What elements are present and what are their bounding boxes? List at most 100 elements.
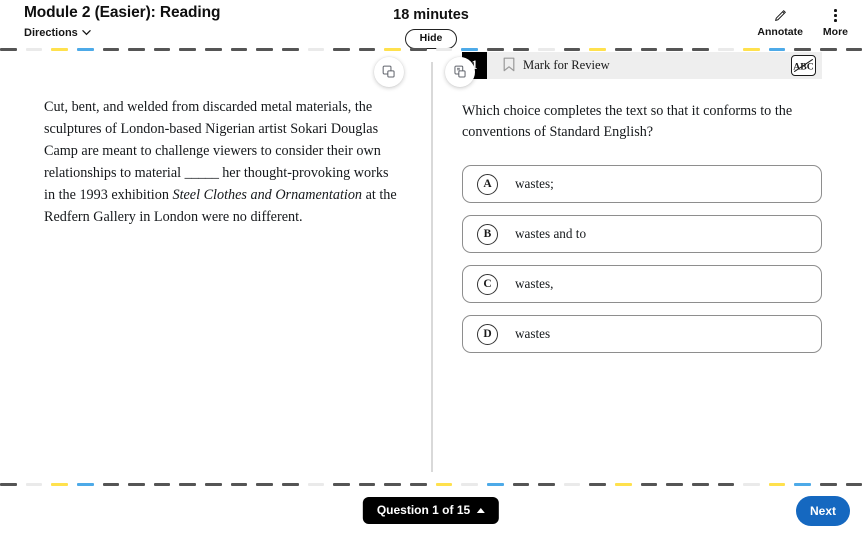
dash-segment	[691, 48, 709, 51]
dash-segment	[128, 48, 145, 51]
chevron-down-icon	[82, 28, 91, 37]
dash-segment	[333, 48, 350, 51]
question-navigator-label: Question 1 of 15	[376, 503, 471, 517]
question-navigator-button[interactable]: Question 1 of 15	[362, 497, 500, 524]
dash-segment	[307, 483, 325, 486]
question-panel: 1 Mark for Review ABC Which choice compl…	[462, 52, 822, 353]
annotate-label: Annotate	[757, 26, 803, 38]
dash-segment	[281, 48, 299, 51]
dash-segment	[256, 483, 273, 486]
dash-segment	[615, 483, 632, 486]
dash-segment	[333, 483, 350, 486]
dash-segment	[717, 48, 735, 51]
mark-for-review-label: Mark for Review	[523, 58, 610, 72]
passage-blank: _____	[184, 165, 219, 181]
dash-segment	[794, 483, 811, 486]
answer-choice-text: wastes	[515, 326, 551, 341]
dash-segment	[538, 483, 555, 486]
expand-left-panel-icon-button[interactable]	[374, 57, 404, 87]
question-stem: Which choice completes the text so that …	[462, 103, 793, 140]
dash-segment	[640, 483, 658, 486]
hide-timer-button[interactable]: Hide	[404, 29, 458, 49]
dash-segment	[666, 48, 683, 51]
dash-segment	[307, 48, 325, 51]
dash-segment	[281, 483, 299, 486]
expand-right-panel-icon-button[interactable]	[445, 57, 475, 87]
dash-segment	[102, 483, 120, 486]
abc-strikethrough-icon: ABC	[793, 58, 814, 72]
dash-segment	[256, 48, 273, 51]
dash-segment	[563, 483, 581, 486]
more-vertical-icon	[834, 8, 837, 23]
expand-right-panel-icon	[454, 65, 466, 78]
page-title: Module 2 (Easier): Reading	[24, 4, 221, 21]
dash-segment	[128, 483, 145, 486]
answer-choice-letter: B	[477, 223, 498, 245]
dash-segment	[76, 483, 94, 486]
caret-up-icon	[477, 507, 486, 513]
annotate-button[interactable]: Annotate	[757, 8, 803, 38]
more-button[interactable]: More	[823, 8, 848, 38]
answer-choice-text: wastes;	[515, 176, 554, 191]
answer-choice-b[interactable]: Bwastes and to	[462, 215, 822, 253]
answer-choice-letter: D	[477, 323, 498, 345]
dash-segment	[486, 483, 504, 486]
dash-segment	[435, 483, 453, 486]
dash-segment	[794, 48, 811, 51]
dash-segment	[743, 48, 760, 51]
exam-footer: Question 1 of 15 Next	[0, 490, 862, 537]
pencil-icon	[773, 8, 787, 23]
answer-choice-d[interactable]: Dwastes	[462, 315, 822, 353]
dash-segment	[768, 483, 786, 486]
dash-segment	[666, 483, 683, 486]
next-button[interactable]: Next	[796, 496, 850, 526]
dash-segment	[358, 483, 376, 486]
header-left-group: Module 2 (Easier): Reading Directions	[24, 4, 220, 41]
passage-exhibition-title: Steel Clothes and Ornamentation	[172, 187, 363, 203]
answer-choice-a[interactable]: Awastes;	[462, 165, 822, 203]
dash-segment	[563, 48, 581, 51]
dash-segment	[0, 48, 17, 51]
dash-segment	[845, 483, 862, 486]
dash-segment	[0, 483, 17, 486]
dash-segment	[512, 48, 530, 51]
dash-segment	[230, 48, 248, 51]
answer-choice-letter: C	[477, 273, 498, 295]
cross-out-tool-button[interactable]: ABC	[791, 55, 816, 76]
dash-segment	[743, 483, 760, 486]
dash-segment	[589, 483, 606, 486]
mark-for-review-button[interactable]: Mark for Review	[503, 57, 610, 75]
dash-segment	[640, 48, 658, 51]
dash-segment	[845, 48, 862, 51]
dash-segment	[179, 48, 196, 51]
answer-choice-text: wastes,	[515, 276, 554, 291]
dash-segment	[410, 48, 427, 51]
dash-segment	[461, 48, 478, 51]
dash-segment	[76, 48, 94, 51]
dash-segment	[615, 48, 632, 51]
dash-segment	[25, 483, 43, 486]
dash-segment	[25, 48, 43, 51]
dash-segment	[486, 48, 504, 51]
dash-segment	[51, 483, 68, 486]
dash-segment	[435, 48, 453, 51]
dash-segment	[461, 483, 478, 486]
more-label: More	[822, 26, 848, 38]
dash-segment	[717, 483, 735, 486]
dash-segment	[538, 48, 555, 51]
passage-text: Cut, bent, and welded from discarded met…	[44, 96, 400, 228]
answer-choice-c[interactable]: Cwastes,	[462, 265, 822, 303]
dash-segment	[205, 48, 222, 51]
exam-header: Module 2 (Easier): Reading Directions 18…	[0, 0, 862, 49]
header-tools-group: Annotate More	[757, 8, 848, 38]
directions-label: Directions	[24, 27, 78, 39]
dash-segment	[820, 483, 837, 486]
answer-choice-letter: A	[477, 173, 498, 195]
directions-button[interactable]: Directions	[24, 27, 91, 39]
dash-segment	[205, 483, 222, 486]
dash-segment	[384, 48, 401, 51]
dash-segment	[691, 483, 709, 486]
dash-segment	[102, 48, 120, 51]
dash-segment	[384, 483, 401, 486]
answer-choices-list: Awastes; Bwastes and to Cwastes, Dwastes	[462, 165, 822, 353]
